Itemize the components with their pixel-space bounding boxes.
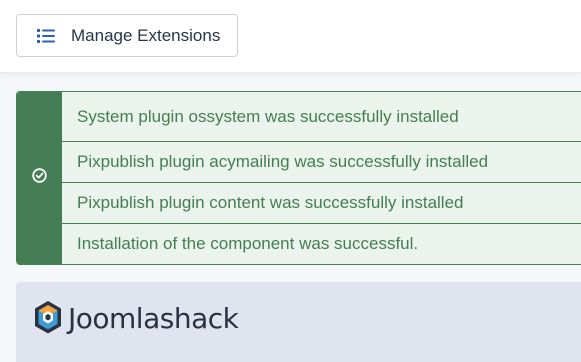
joomlashack-logo-icon (33, 299, 63, 339)
alert-status-bar (17, 92, 62, 264)
list-icon (37, 28, 55, 44)
alert-messages: System plugin ossystem was successfully … (62, 92, 581, 264)
alert-message: System plugin ossystem was successfully … (77, 106, 459, 126)
success-alert: System plugin ossystem was successfully … (16, 91, 581, 265)
brand-name: Joomlashack (68, 302, 239, 335)
manage-extensions-label: Manage Extensions (71, 25, 221, 45)
toolbar: Manage Extensions (0, 0, 581, 73)
alert-message: Installation of the component was succes… (62, 223, 581, 264)
brand-panel: Joomlashack (16, 282, 581, 362)
alert-message: Pixpublish plugin content was successful… (62, 182, 581, 223)
check-circle-icon (32, 168, 47, 183)
manage-extensions-button[interactable]: Manage Extensions (16, 14, 238, 57)
alert-message: Pixpublish plugin acymailing was success… (62, 141, 581, 182)
